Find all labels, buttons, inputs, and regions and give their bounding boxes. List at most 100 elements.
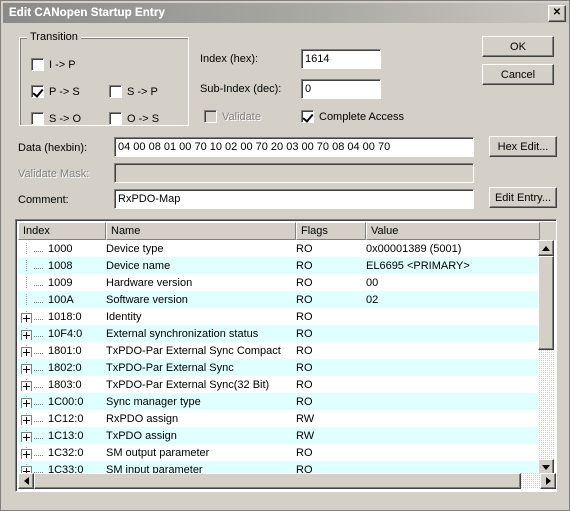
- subindex-input[interactable]: 0: [301, 79, 381, 99]
- checkbox-label: P -> S: [49, 85, 80, 98]
- expand-icon[interactable]: [21, 346, 32, 357]
- cell-index-text: 1000: [48, 242, 73, 255]
- checkbox-transition-s-o[interactable]: S -> O: [31, 112, 81, 125]
- cell-name: TxPDO-Par External Sync Compact: [106, 344, 281, 357]
- column-header-value[interactable]: Value: [366, 222, 540, 240]
- table-row[interactable]: 1C12:0 RxPDO assign RW: [18, 410, 540, 427]
- table-row[interactable]: 1000 Device type RO 0x00001389 (5001): [18, 240, 540, 257]
- cell-index-text: 1C32:0: [48, 446, 84, 459]
- expand-icon[interactable]: [21, 312, 32, 323]
- checkbox-transition-o-s[interactable]: O -> S: [109, 112, 159, 125]
- column-header-flags[interactable]: Flags: [296, 222, 366, 240]
- subindex-label: Sub-Index (dec):: [200, 83, 282, 95]
- cell-index-text: 1018:0: [48, 310, 82, 323]
- tree-line: [34, 403, 43, 406]
- cell-name: TxPDO assign: [106, 429, 177, 442]
- tree-line: [34, 301, 43, 304]
- tree-line: [26, 293, 28, 306]
- table-row[interactable]: 1803:0 TxPDO-Par External Sync(32 Bit) RO: [18, 376, 540, 393]
- checkbox-label: S -> O: [49, 112, 82, 125]
- cell-flags: RO: [296, 293, 313, 306]
- cell-index: 1008: [18, 259, 106, 272]
- object-dictionary-list: Index Name Flags Value 1000 Device type RO…: [15, 219, 557, 492]
- column-header-index[interactable]: Index: [18, 222, 106, 240]
- comment-input[interactable]: RxPDO-Map: [114, 189, 474, 209]
- cell-index: 1801:0: [18, 344, 106, 357]
- cell-flags: RW: [296, 412, 315, 425]
- horizontal-scroll-thumb[interactable]: [34, 473, 521, 489]
- horizontal-scrollbar[interactable]: [18, 473, 556, 489]
- close-icon[interactable]: ✕: [548, 5, 566, 22]
- table-row[interactable]: 1009 Hardware version RO 00: [18, 274, 540, 291]
- checkbox-transition-i-p[interactable]: I -> P: [31, 58, 76, 71]
- comment-label: Comment:: [18, 194, 69, 206]
- expand-icon[interactable]: [21, 397, 32, 408]
- expand-icon[interactable]: [21, 448, 32, 459]
- checkbox-complete-access[interactable]: Complete Access: [301, 110, 404, 123]
- cell-name: Device name: [106, 259, 171, 272]
- table-row[interactable]: 1008 Device name RO EL6695 <PRIMARY>: [18, 257, 540, 274]
- expand-icon[interactable]: [21, 329, 32, 340]
- cell-name: RxPDO assign: [106, 412, 179, 425]
- checkbox-label: I -> P: [49, 58, 76, 71]
- cell-flags: RO: [296, 395, 313, 408]
- expand-icon[interactable]: [21, 431, 32, 442]
- tree-line: [34, 386, 43, 389]
- chevron-left-icon: [23, 477, 29, 485]
- column-header-name[interactable]: Name: [106, 222, 296, 240]
- tree-line: [34, 267, 43, 270]
- scroll-up-button[interactable]: [538, 240, 554, 256]
- checkbox-transition-p-s[interactable]: P -> S: [31, 85, 80, 98]
- cell-index: 1803:0: [18, 378, 106, 391]
- tree-line: [34, 284, 43, 287]
- checkbox-label: Validate: [222, 110, 261, 123]
- checkbox-transition-s-p[interactable]: S -> P: [109, 85, 158, 98]
- cell-index-text: 1801:0: [48, 344, 82, 357]
- validate-mask-input: [114, 163, 474, 183]
- title-bar[interactable]: Edit CANopen Startup Entry ✕: [3, 3, 569, 23]
- cell-index-text: 10F4:0: [48, 327, 83, 340]
- table-row[interactable]: 100A Software version RO 02: [18, 291, 540, 308]
- tree-line: [34, 454, 43, 457]
- index-input[interactable]: 1614: [301, 49, 381, 69]
- tree-line: [34, 420, 43, 423]
- ok-button[interactable]: OK: [482, 36, 554, 57]
- scroll-left-button[interactable]: [18, 473, 34, 489]
- table-row[interactable]: 10F4:0 External synchronization status RO: [18, 325, 540, 342]
- tree-line: [26, 259, 28, 272]
- scroll-right-button[interactable]: [540, 473, 556, 489]
- tree-line: [34, 250, 43, 253]
- edit-entry-button[interactable]: Edit Entry...: [489, 187, 557, 208]
- checkbox-label: Complete Access: [319, 110, 404, 123]
- cell-index-text: 1009: [48, 276, 73, 289]
- cell-flags: RO: [296, 446, 313, 459]
- table-row[interactable]: 1801:0 TxPDO-Par External Sync Compact RO: [18, 342, 540, 359]
- window-title: Edit CANopen Startup Entry: [9, 7, 165, 19]
- expand-icon[interactable]: [21, 363, 32, 374]
- cell-flags: RO: [296, 242, 313, 255]
- cell-name: Sync manager type: [106, 395, 201, 408]
- table-row[interactable]: 1C32:0 SM output parameter RO: [18, 444, 540, 461]
- cell-index: 1C13:0: [18, 429, 106, 442]
- hex-edit-button[interactable]: Hex Edit...: [489, 136, 557, 157]
- checkbox-box: [109, 112, 122, 125]
- cell-name: SM output parameter: [106, 446, 210, 459]
- table-row[interactable]: 1C00:0 Sync manager type RO: [18, 393, 540, 410]
- cell-index: 1009: [18, 276, 106, 289]
- vertical-scrollbar[interactable]: [538, 240, 554, 475]
- cell-index: 1000: [18, 242, 106, 255]
- validate-mask-label: Validate Mask:: [18, 168, 90, 180]
- cancel-button[interactable]: Cancel: [482, 64, 554, 85]
- tree-line: [34, 352, 43, 355]
- cell-name: Device type: [106, 242, 164, 255]
- cell-name: TxPDO-Par External Sync: [106, 361, 234, 374]
- data-input[interactable]: 04 00 08 01 00 70 10 02 00 70 20 03 00 7…: [114, 137, 474, 157]
- expand-icon[interactable]: [21, 380, 32, 391]
- vertical-scroll-thumb[interactable]: [538, 256, 554, 350]
- cell-index-text: 1802:0: [48, 361, 82, 374]
- checkbox-box: [31, 58, 44, 71]
- table-row[interactable]: 1C13:0 TxPDO assign RW: [18, 427, 540, 444]
- table-row[interactable]: 1802:0 TxPDO-Par External Sync RO: [18, 359, 540, 376]
- expand-icon[interactable]: [21, 414, 32, 425]
- table-row[interactable]: 1018:0 Identity RO: [18, 308, 540, 325]
